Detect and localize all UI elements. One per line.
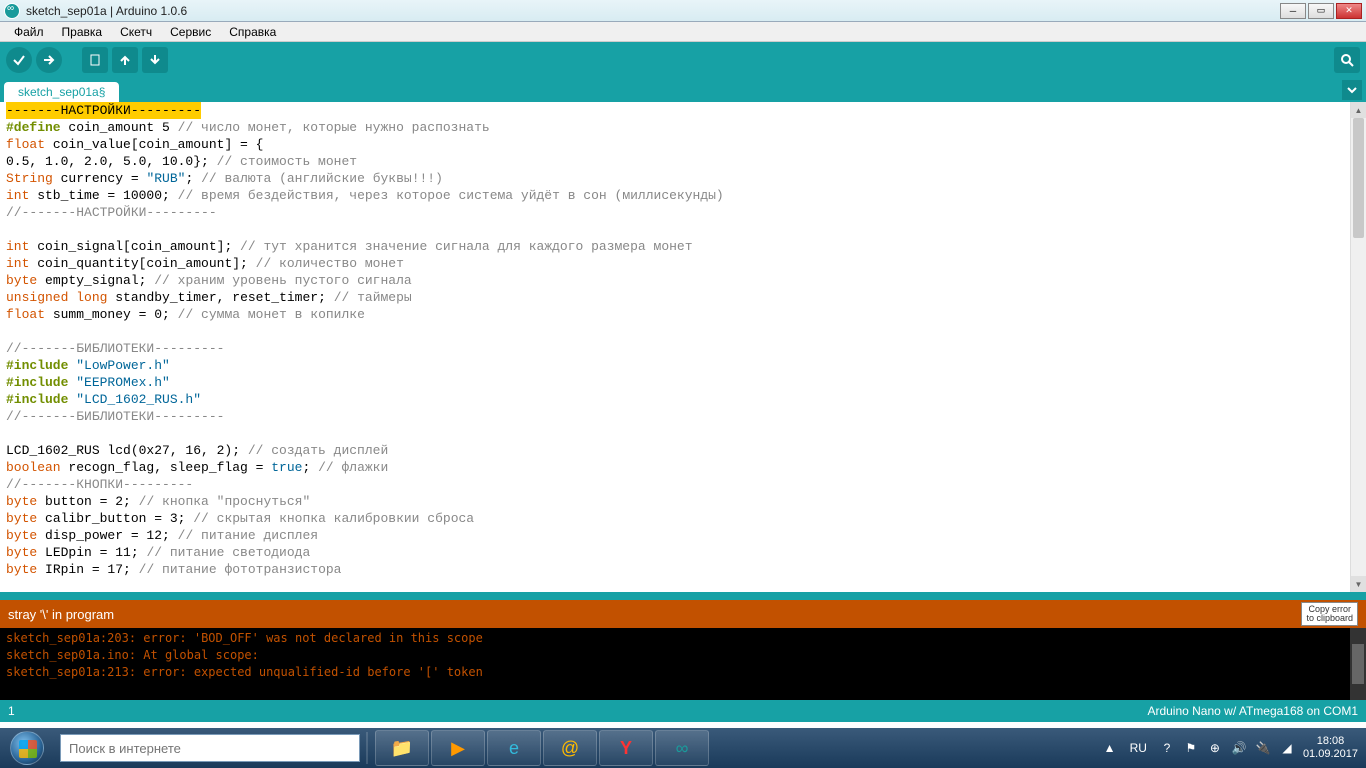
menu-edit[interactable]: Правка xyxy=(54,23,111,41)
upload-button[interactable] xyxy=(36,47,62,73)
task-explorer[interactable]: 📁 xyxy=(375,730,429,766)
line-number: 1 xyxy=(8,704,1147,718)
chevron-down-icon xyxy=(1347,85,1357,95)
menu-tools[interactable]: Сервис xyxy=(162,23,219,41)
window-buttons: ─ ▭ ✕ xyxy=(1280,3,1362,19)
tab-sketch[interactable]: sketch_sep01a§ xyxy=(4,82,119,102)
windows-logo-icon xyxy=(10,731,44,765)
close-button[interactable]: ✕ xyxy=(1336,3,1362,19)
tray-power-icon[interactable]: 🔌 xyxy=(1255,740,1271,756)
scroll-down-button[interactable]: ▼ xyxy=(1351,576,1366,592)
new-button[interactable] xyxy=(82,47,108,73)
clock-date: 01.09.2017 xyxy=(1303,748,1358,761)
board-info: Arduino Nano w/ ATmega168 on COM1 xyxy=(1147,704,1358,718)
scroll-thumb[interactable] xyxy=(1352,644,1364,684)
arrow-right-icon xyxy=(42,53,56,67)
mail-icon: @ xyxy=(561,738,579,759)
language-indicator[interactable]: RU xyxy=(1126,741,1151,755)
task-mail[interactable]: @ xyxy=(543,730,597,766)
menu-sketch[interactable]: Скетч xyxy=(112,23,160,41)
console-line: sketch_sep01a.ino: At global scope: xyxy=(6,648,259,662)
status-bar: 1 Arduino Nano w/ ATmega168 on COM1 xyxy=(0,700,1366,722)
play-icon: ▶ xyxy=(451,738,465,759)
tray-help-icon[interactable]: ? xyxy=(1159,740,1175,756)
search-input[interactable] xyxy=(61,741,359,756)
taskbar-search[interactable] xyxy=(60,734,360,762)
code-editor[interactable]: -------НАСТРОЙКИ--------- #define coin_a… xyxy=(0,102,1350,592)
verify-button[interactable] xyxy=(6,47,32,73)
tray-flag-icon[interactable]: ⚑ xyxy=(1183,740,1199,756)
tab-label: sketch_sep01a xyxy=(18,85,99,99)
save-button[interactable] xyxy=(142,47,168,73)
task-ie[interactable]: e xyxy=(487,730,541,766)
minimize-button[interactable]: ─ xyxy=(1280,3,1306,19)
scroll-thumb[interactable] xyxy=(1353,118,1364,238)
ie-icon: e xyxy=(509,738,519,759)
file-new-icon xyxy=(88,53,102,67)
taskbar-separator xyxy=(366,732,368,764)
editor-area: -------НАСТРОЙКИ--------- #define coin_a… xyxy=(0,102,1366,592)
error-header: stray '\' in program Copy error to clipb… xyxy=(0,600,1366,628)
windows-taskbar: 📁 ▶ e @ Y ∞ ▲ RU ? ⚑ ⊕ 🔊 🔌 ◢ 18:08 01.09… xyxy=(0,728,1366,768)
tab-bar: sketch_sep01a§ xyxy=(0,78,1366,102)
scroll-up-button[interactable]: ▲ xyxy=(1351,102,1366,118)
toolbar xyxy=(0,42,1366,78)
open-button[interactable] xyxy=(112,47,138,73)
editor-scrollbar[interactable]: ▲ ▼ xyxy=(1350,102,1366,592)
task-media-player[interactable]: ▶ xyxy=(431,730,485,766)
window-titlebar: sketch_sep01a | Arduino 1.0.6 ─ ▭ ✕ xyxy=(0,0,1366,22)
copy-error-button[interactable]: Copy error to clipboard xyxy=(1301,602,1358,626)
folder-icon: 📁 xyxy=(391,738,413,759)
arrow-up-icon xyxy=(118,53,132,67)
menu-bar: Файл Правка Скетч Сервис Справка xyxy=(0,22,1366,42)
yandex-icon: Y xyxy=(620,738,632,759)
tray-volume-icon[interactable]: 🔊 xyxy=(1231,740,1247,756)
check-icon xyxy=(12,53,26,67)
serial-monitor-button[interactable] xyxy=(1334,47,1360,73)
tray-show-hidden[interactable]: ▲ xyxy=(1102,740,1118,756)
tab-dirty-marker: § xyxy=(99,85,106,99)
console-scrollbar[interactable] xyxy=(1350,628,1366,700)
error-summary: stray '\' in program xyxy=(8,607,1301,622)
task-yandex[interactable]: Y xyxy=(599,730,653,766)
start-button[interactable] xyxy=(0,728,54,768)
tray-network-icon[interactable]: ⊕ xyxy=(1207,740,1223,756)
tab-menu-button[interactable] xyxy=(1342,80,1362,100)
task-arduino[interactable]: ∞ xyxy=(655,730,709,766)
arduino-app-icon xyxy=(4,3,20,19)
menu-help[interactable]: Справка xyxy=(221,23,284,41)
tray-wifi-icon[interactable]: ◢ xyxy=(1279,740,1295,756)
system-tray: ▲ RU ? ⚑ ⊕ 🔊 🔌 ◢ 18:08 01.09.2017 xyxy=(1094,735,1366,761)
maximize-button[interactable]: ▭ xyxy=(1308,3,1334,19)
console-line: sketch_sep01a:213: error: expected unqua… xyxy=(6,665,483,679)
console-line: sketch_sep01a:203: error: 'BOD_OFF' was … xyxy=(6,631,483,645)
window-title: sketch_sep01a | Arduino 1.0.6 xyxy=(26,4,1280,18)
taskbar-clock[interactable]: 18:08 01.09.2017 xyxy=(1303,735,1358,761)
pane-divider[interactable] xyxy=(0,592,1366,600)
highlighted-line: -------НАСТРОЙКИ--------- xyxy=(6,102,201,119)
clock-time: 18:08 xyxy=(1303,735,1358,748)
arrow-down-icon xyxy=(148,53,162,67)
magnifier-icon xyxy=(1340,53,1354,67)
menu-file[interactable]: Файл xyxy=(6,23,52,41)
arduino-icon: ∞ xyxy=(676,738,689,759)
console-output[interactable]: sketch_sep01a:203: error: 'BOD_OFF' was … xyxy=(0,628,1366,700)
